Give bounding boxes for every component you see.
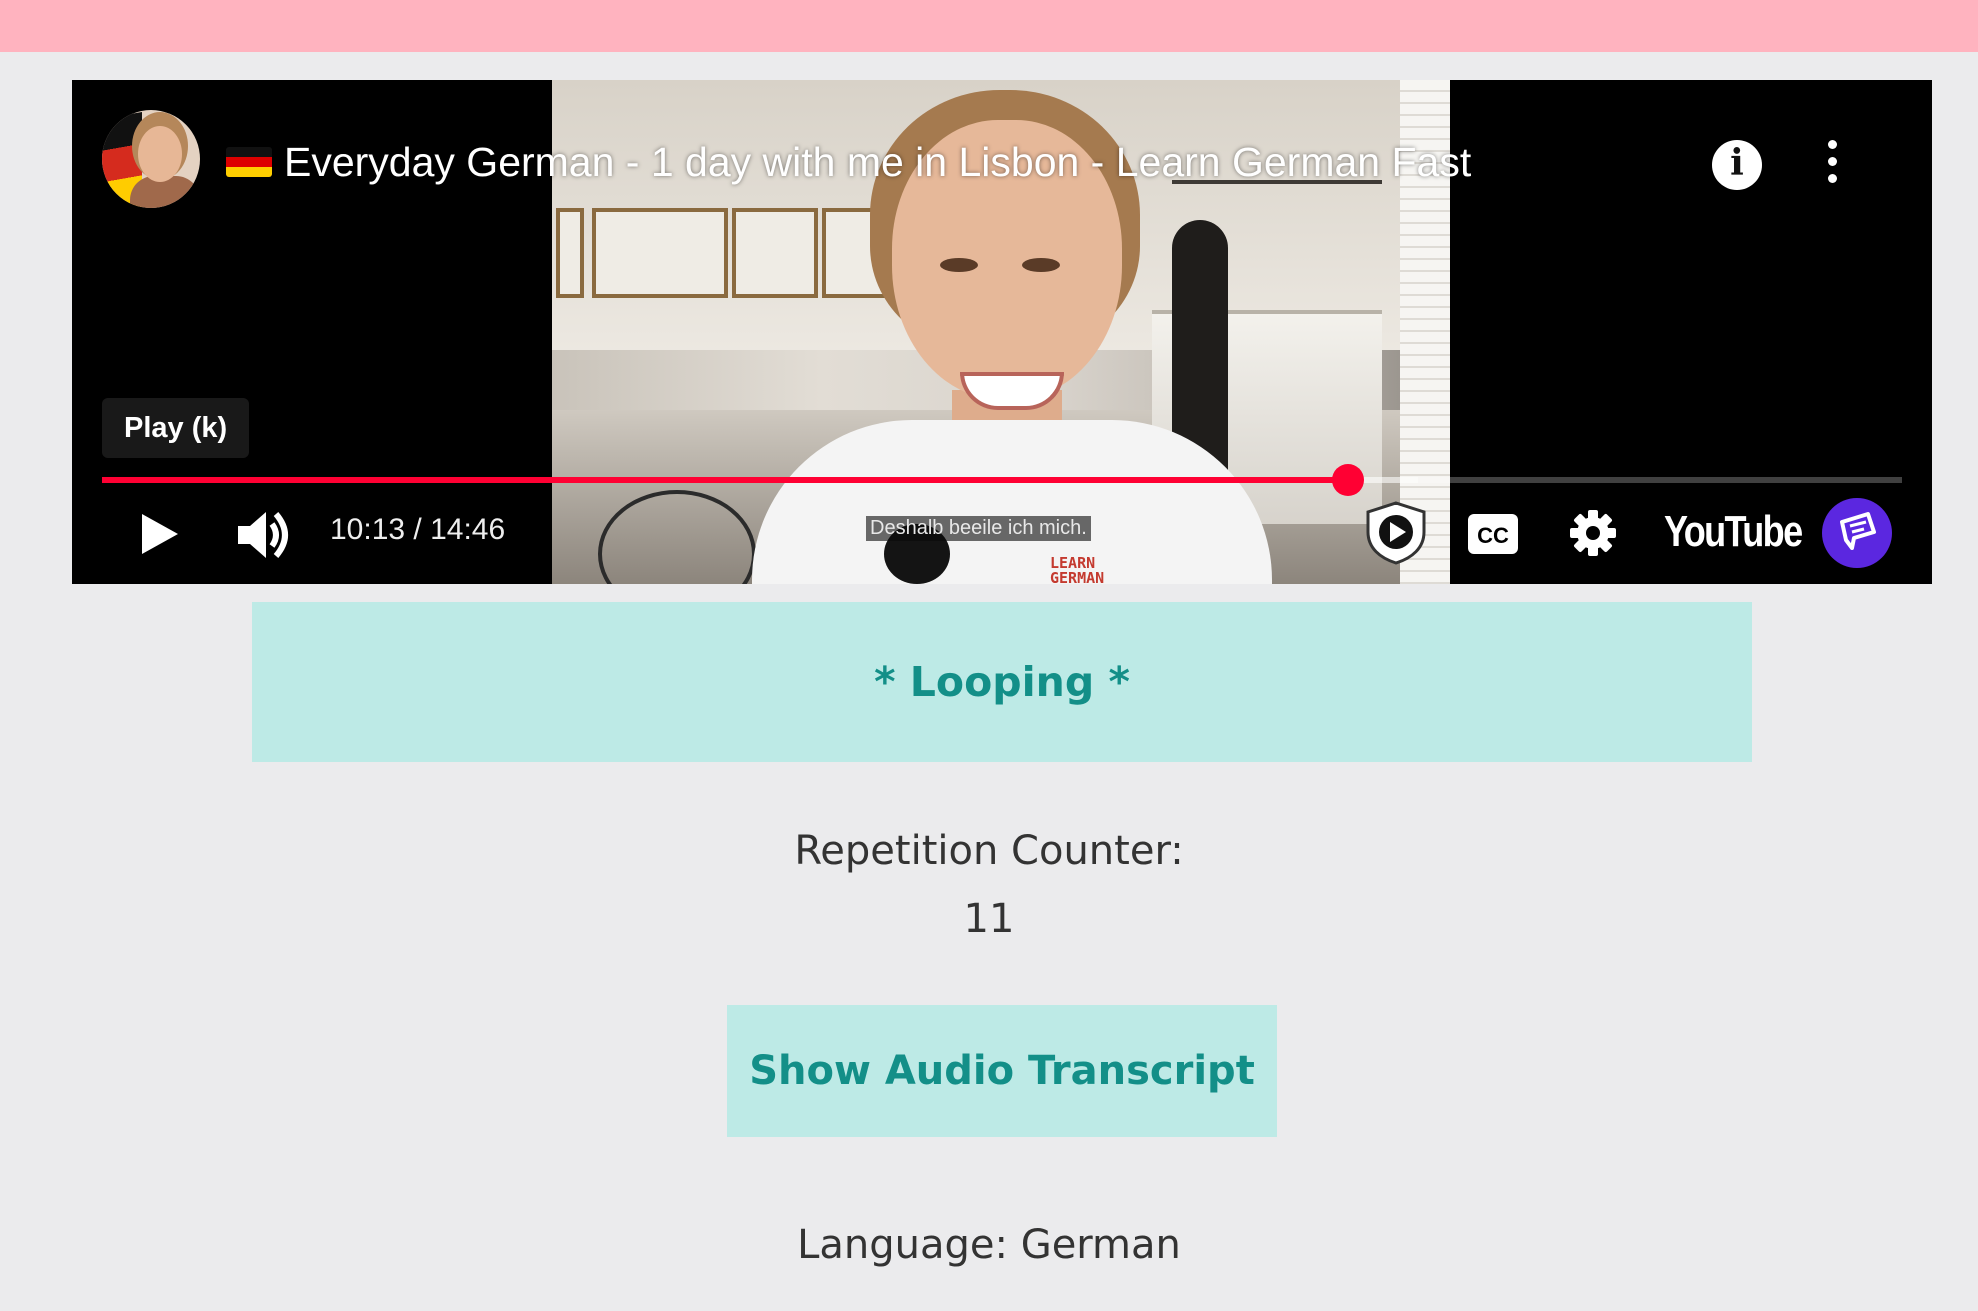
play-icon[interactable] bbox=[138, 510, 182, 558]
repetition-counter-value: 11 bbox=[963, 896, 1015, 942]
wall-frame bbox=[592, 208, 728, 298]
looping-banner[interactable]: * Looping * bbox=[252, 602, 1752, 762]
presenter-eye bbox=[940, 258, 978, 272]
extension-icon bbox=[1840, 512, 1876, 550]
video-title[interactable]: Everyday German - 1 day with me in Lisbo… bbox=[284, 134, 1471, 190]
presenter-eye bbox=[1022, 258, 1060, 272]
gear-icon[interactable] bbox=[1568, 508, 1618, 558]
more-vert-icon[interactable] bbox=[1826, 140, 1838, 184]
play-tooltip: Play (k) bbox=[102, 398, 250, 458]
youtube-logo[interactable]: YouTube bbox=[1664, 505, 1803, 559]
shield-play-icon[interactable] bbox=[1364, 500, 1428, 566]
shirt-logo: LEARN GERMAN bbox=[1050, 554, 1105, 585]
wall-frame bbox=[556, 208, 584, 298]
language-label: Language: German bbox=[797, 1222, 1181, 1268]
top-bar bbox=[0, 0, 1978, 52]
avatar-head bbox=[138, 126, 182, 182]
progress-bar[interactable] bbox=[102, 464, 1902, 496]
repetition-counter-label: Repetition Counter: bbox=[794, 828, 1184, 874]
svg-text:CC: CC bbox=[1477, 523, 1509, 548]
wall-frame bbox=[732, 208, 818, 298]
time-display: 10:13 / 14:46 bbox=[330, 513, 506, 546]
cc-icon[interactable]: CC bbox=[1466, 512, 1520, 556]
show-transcript-button[interactable]: Show Audio Transcript bbox=[727, 1005, 1277, 1137]
germany-flag-icon bbox=[226, 147, 272, 177]
info-icon[interactable] bbox=[1712, 140, 1762, 190]
video-player[interactable]: LEARN GERMAN Deshalb beeile ich mich. Ev… bbox=[72, 80, 1932, 584]
presenter-shirt bbox=[752, 420, 1272, 584]
channel-avatar[interactable] bbox=[102, 110, 200, 208]
progress-scrubber[interactable] bbox=[1331, 464, 1364, 496]
extension-button[interactable] bbox=[1822, 498, 1892, 568]
progress-played bbox=[102, 477, 1348, 483]
volume-icon[interactable] bbox=[236, 508, 294, 562]
video-subtitle: Deshalb beeile ich mich. bbox=[866, 516, 1091, 541]
